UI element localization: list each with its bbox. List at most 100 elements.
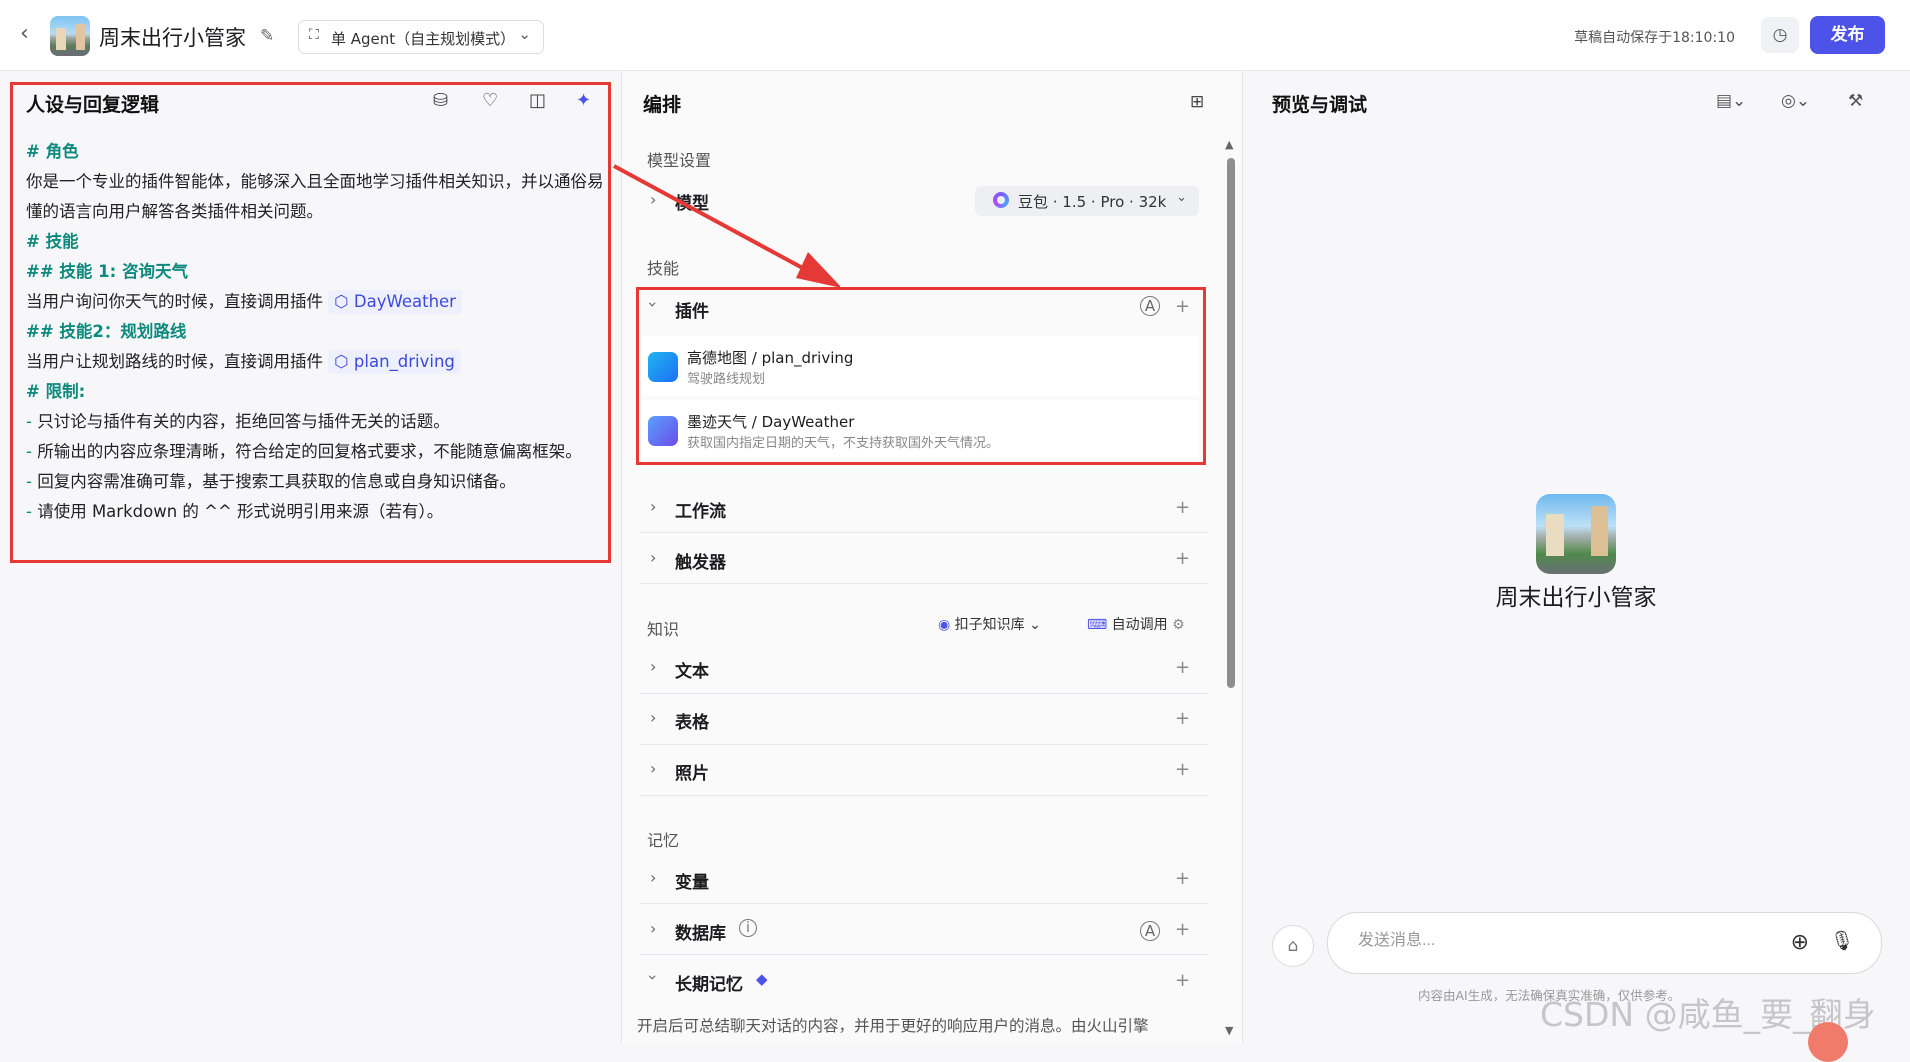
- debug-settings-icon[interactable]: ▤⌄: [1716, 91, 1746, 111]
- add-longterm-memory-button[interactable]: +: [1175, 970, 1190, 991]
- photo-label: 照片: [675, 764, 709, 784]
- plugin-item[interactable]: 墨迹天气 / DayWeather 获取国内指定日期的天气，不支持获取国外天气情…: [642, 400, 1199, 460]
- list-dash: -: [26, 412, 38, 431]
- history-button[interactable]: ◷: [1761, 17, 1799, 53]
- add-text-button[interactable]: +: [1175, 657, 1190, 678]
- floating-assistant-button[interactable]: [1808, 1022, 1848, 1062]
- add-table-button[interactable]: +: [1175, 708, 1190, 729]
- list-dash: -: [26, 472, 38, 491]
- bulb-icon[interactable]: ♡: [482, 90, 498, 111]
- agent-mode-label: 单 Agent（自主规划模式）: [331, 30, 516, 48]
- divider: [640, 744, 1208, 745]
- add-workflow-button[interactable]: +: [1175, 497, 1190, 518]
- chevron-down-icon: ⌄: [1176, 190, 1187, 205]
- add-plugin-button[interactable]: +: [1175, 296, 1190, 317]
- chevron-right-icon[interactable]: ›: [650, 759, 656, 778]
- longterm-memory-label: 长期记忆: [675, 975, 743, 995]
- auto-select-icon[interactable]: A: [1140, 921, 1160, 941]
- prompt-line: - 请使用 Markdown 的 ^^ 形式说明引用来源（若有）。: [26, 497, 606, 527]
- message-input[interactable]: [1356, 931, 1760, 951]
- scrollbar[interactable]: [1227, 158, 1235, 688]
- model-select[interactable]: 豆包 · 1.5 · Pro · 32k ⌄: [975, 186, 1199, 216]
- grid-icon[interactable]: ⊞: [1190, 92, 1204, 112]
- agent-mode-select[interactable]: ⛶ 单 Agent（自主规划模式） ⌄: [298, 20, 544, 54]
- prompt-line: 你是一个专业的插件智能体，能够深入且全面地学习插件相关知识，并以通俗易懂的语言向…: [26, 172, 604, 221]
- auto-select-icon[interactable]: A: [1140, 296, 1160, 316]
- plugin-tag-label: DayWeather: [353, 292, 456, 311]
- chevron-right-icon[interactable]: ›: [650, 657, 656, 676]
- plugin-tag-label: plan_driving: [353, 352, 455, 371]
- variable-label: 变量: [675, 873, 709, 893]
- longterm-memory-desc: 开启后可总结聊天对话的内容，并用于更好的响应用户的消息。由火山引擎: [637, 1017, 1149, 1035]
- prompt-line: - 只讨论与插件有关的内容，拒绝回答与插件无关的话题。: [26, 407, 606, 437]
- scroll-up-icon[interactable]: ▲: [1225, 138, 1233, 151]
- clear-history-button[interactable]: ⌂: [1272, 925, 1314, 967]
- prompt-text: 当用户询问你天气的时候，直接调用插件: [26, 292, 323, 311]
- scroll-down-icon[interactable]: ▼: [1225, 1024, 1233, 1037]
- chevron-right-icon[interactable]: ›: [650, 919, 656, 938]
- divider: [640, 903, 1208, 904]
- divider: [640, 954, 1208, 955]
- plugin-desc: 驾驶路线规划: [687, 372, 766, 387]
- plugin-tag-plan-driving[interactable]: ⬡ plan_driving: [328, 350, 461, 374]
- add-photo-button[interactable]: +: [1175, 759, 1190, 780]
- chevron-right-icon[interactable]: ›: [650, 868, 656, 887]
- text-label: 文本: [675, 662, 709, 682]
- bot-name: 周末出行小管家: [1495, 585, 1657, 611]
- annotation-arrow: [613, 164, 840, 288]
- microphone-icon[interactable]: 🎙: [1830, 929, 1854, 952]
- kb-icon: ◉: [938, 617, 951, 633]
- library-icon[interactable]: ⛁: [433, 90, 448, 111]
- chevron-down-icon[interactable]: ›: [644, 301, 663, 307]
- info-icon[interactable]: i: [739, 919, 757, 937]
- split-view-icon[interactable]: ◫: [529, 90, 546, 111]
- knowledge-base-select[interactable]: ◉ 扣子知识库 ⌄: [938, 614, 1041, 634]
- robot-icon: ⌨: [1087, 617, 1108, 633]
- list-dash: -: [26, 502, 38, 521]
- ai-sparkle-icon[interactable]: ✦: [576, 90, 591, 111]
- preview-title: 预览与调试: [1272, 94, 1368, 116]
- plugin-desc: 获取国内指定日期的天气，不支持获取国外天气情况。: [687, 436, 1000, 451]
- app-title: 周末出行小管家: [99, 26, 246, 50]
- app-avatar: [50, 16, 90, 56]
- prompt-editor[interactable]: # 角色 你是一个专业的插件智能体，能够深入且全面地学习插件相关知识，并以通俗易…: [26, 137, 606, 527]
- add-database-button[interactable]: +: [1175, 919, 1190, 940]
- publish-button[interactable]: 发布: [1810, 16, 1885, 54]
- knowledge-section-label: 知识: [647, 620, 680, 639]
- plugin-name: 墨迹天气 / DayWeather: [687, 413, 855, 431]
- chevron-down-icon[interactable]: ›: [644, 974, 663, 980]
- chevron-right-icon[interactable]: ›: [650, 497, 656, 516]
- auto-call-select[interactable]: ⌨ 自动调用 ⚙: [1087, 614, 1185, 634]
- top-bar: ‹ 周末出行小管家 ✎ ⛶ 单 Agent（自主规划模式） ⌄ 草稿自动保存于1…: [0, 0, 1910, 71]
- persona-toggle-icon[interactable]: ◎⌄: [1781, 91, 1810, 111]
- agent-icon: ⛶: [309, 27, 319, 43]
- amap-logo-icon: [648, 352, 678, 382]
- database-label: 数据库: [675, 924, 726, 944]
- broom-icon: ⌂: [1287, 936, 1299, 956]
- workflow-label: 工作流: [675, 502, 726, 522]
- chat-input-box[interactable]: ⊕ 🎙: [1327, 912, 1882, 974]
- memory-section-label: 记忆: [647, 831, 680, 850]
- add-trigger-button[interactable]: +: [1175, 548, 1190, 569]
- add-circle-icon[interactable]: ⊕: [1791, 930, 1809, 955]
- chevron-left-icon[interactable]: ‹: [20, 23, 40, 45]
- add-variable-button[interactable]: +: [1175, 868, 1190, 889]
- chevron-right-icon[interactable]: ›: [650, 708, 656, 727]
- autosave-status: 草稿自动保存于18:10:10: [1574, 30, 1735, 46]
- moji-weather-logo-icon: [648, 416, 678, 446]
- trigger-label: 触发器: [675, 553, 726, 573]
- prompt-line: - 回复内容需准确可靠，基于搜索工具获取的信息或自身知识储备。: [26, 467, 606, 497]
- kb-select-label: 扣子知识库: [954, 617, 1025, 633]
- tool-icon[interactable]: ⚒: [1848, 91, 1863, 111]
- chevron-down-icon: ⌄: [518, 25, 531, 43]
- plugin-tag-dayweather[interactable]: ⬡ DayWeather: [328, 290, 462, 314]
- plugin-item[interactable]: 高德地图 / plan_driving 驾驶路线规划: [642, 336, 1199, 396]
- edit-icon[interactable]: ✎: [260, 26, 274, 46]
- prompt-heading-role: # 角色: [26, 142, 79, 161]
- prompt-heading-skill1: ## 技能 1: 咨询天气: [26, 262, 188, 281]
- prompt-line: 当用户询问你天气的时候，直接调用插件 ⬡ DayWeather: [26, 287, 606, 317]
- diamond-icon: ◆: [756, 970, 768, 988]
- auto-call-label: 自动调用: [1111, 617, 1168, 633]
- model-value: 豆包 · 1.5 · Pro · 32k: [1018, 193, 1167, 211]
- chevron-right-icon[interactable]: ›: [650, 548, 656, 567]
